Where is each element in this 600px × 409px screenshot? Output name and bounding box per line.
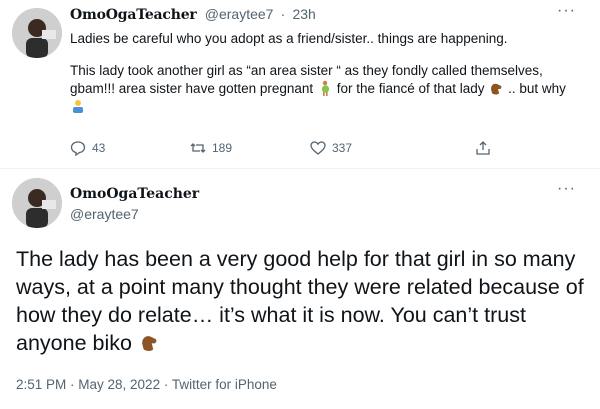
retweet-icon bbox=[190, 143, 206, 153]
quoted-tweet[interactable]: OmoOgaTeacher @eraytee7 · 23h ··· Ladies… bbox=[0, 0, 600, 168]
separator: · bbox=[280, 6, 286, 22]
pregnant-woman-icon bbox=[321, 80, 330, 96]
retweet-count: 189 bbox=[212, 141, 233, 155]
brown-hand-icon bbox=[491, 83, 502, 95]
display-name[interactable]: OmoOgaTeacher bbox=[70, 186, 199, 202]
share-icon bbox=[476, 141, 490, 155]
reply-button[interactable]: 43 bbox=[70, 140, 105, 156]
tweet-divider bbox=[0, 168, 600, 169]
share-button[interactable] bbox=[475, 140, 491, 156]
display-name[interactable]: OmoOgaTeacher bbox=[70, 7, 197, 23]
reply-count: 43 bbox=[92, 141, 106, 155]
reply-icon bbox=[70, 141, 86, 156]
tweet-header: OmoOgaTeacher @eraytee7 · 23h bbox=[70, 6, 316, 23]
like-button[interactable]: 337 bbox=[310, 140, 352, 156]
retweet-button[interactable]: 189 bbox=[190, 140, 232, 156]
tweet-text: The lady has been a very good help for t… bbox=[16, 247, 584, 355]
more-options-button[interactable]: ··· bbox=[557, 2, 576, 20]
more-options-button[interactable]: ··· bbox=[557, 180, 576, 198]
user-handle[interactable]: @eraytee7 bbox=[205, 6, 274, 22]
tweet-time[interactable]: 23h bbox=[292, 6, 315, 22]
tweet-text: Ladies be careful who you adopt as a fri… bbox=[70, 30, 570, 130]
tweet-timestamp[interactable]: 2:51 PM · May 28, 2022 · Twitter for iPh… bbox=[16, 377, 277, 392]
tweet-paragraph: This lady took another girl as “an area … bbox=[70, 62, 570, 116]
like-count: 337 bbox=[332, 141, 353, 155]
brown-hand-icon bbox=[142, 336, 157, 351]
avatar[interactable] bbox=[12, 8, 62, 58]
avatar[interactable] bbox=[12, 178, 62, 228]
user-handle[interactable]: @eraytee7 bbox=[70, 206, 139, 222]
tweet-paragraph: Ladies be careful who you adopt as a fri… bbox=[70, 31, 508, 46]
heart-icon bbox=[310, 141, 326, 155]
tweet-actions: 43 189 337 bbox=[70, 140, 500, 160]
shrugging-person-icon bbox=[73, 100, 83, 113]
avatar-image-icon bbox=[12, 178, 62, 228]
avatar-image-icon bbox=[12, 8, 62, 58]
